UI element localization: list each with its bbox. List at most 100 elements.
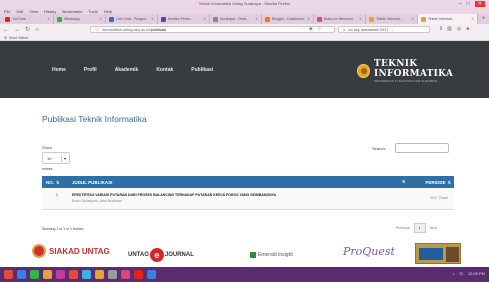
toolbar-icons: ⫴ ▥ ◎ ● <box>440 26 469 32</box>
bookmark-star-icon[interactable]: ☆ <box>317 26 321 32</box>
browser-tab[interactable]: YouTube ✕ <box>2 14 54 24</box>
browser-tab[interactable]: Surabaya - Desti... ✕ <box>210 14 262 24</box>
maximize-icon[interactable]: □ <box>467 1 470 7</box>
volume-icon[interactable]: ♪ <box>452 271 454 276</box>
siakad-seal-icon <box>32 244 46 258</box>
pager-next[interactable]: Next <box>430 226 437 230</box>
menu-edit[interactable]: Edit <box>16 9 23 14</box>
browser-tab[interactable]: Buka-ins Minuman ✕ <box>314 14 366 24</box>
sync-icon[interactable]: ◎ <box>457 26 461 32</box>
search-text: cd sby mamamia 2017 → <box>348 27 394 32</box>
site-menu-publikasi[interactable]: Publikasi <box>191 67 213 73</box>
taskbar-app-icon[interactable] <box>17 270 26 279</box>
browser-tab[interactable]: Monitor Perfor... ✕ <box>158 14 210 24</box>
site-menu-kontak[interactable]: Kontak <box>156 67 173 73</box>
site-menu: Home Profil Akademik Kontak Publikasi <box>52 67 213 73</box>
entries-select[interactable]: 10 ▾ <box>42 152 70 164</box>
column-judul[interactable]: JUDUL PUBLIKASI <box>68 180 410 185</box>
tab-close-icon[interactable]: ✕ <box>305 17 310 21</box>
ebsco-logo[interactable] <box>415 243 461 264</box>
site-menu-profil[interactable]: Profil <box>84 67 97 73</box>
browser-tab[interactable]: WhatsApp ✕ <box>54 14 106 24</box>
tab-close-icon[interactable]: ✕ <box>201 17 206 21</box>
taskbar-app-icon[interactable] <box>56 270 65 279</box>
menu-bookmarks[interactable]: Bookmarks <box>62 9 82 14</box>
column-periode[interactable]: PERIODE ⇅ <box>410 180 454 185</box>
tab-close-icon[interactable]: ✕ <box>357 17 362 21</box>
pager-page-1[interactable]: 1 <box>413 223 426 233</box>
site-header: Home Profil Akademik Kontak Publikasi TE… <box>0 41 489 98</box>
tab-label: Buka-ins Minuman <box>324 17 353 21</box>
row-judul[interactable]: EFEKTIFITAS VARIASI PUTARAN DARI PROSES … <box>72 193 402 197</box>
library-icon[interactable]: ⫴ <box>440 26 442 32</box>
tab-close-icon[interactable]: ✕ <box>409 17 414 21</box>
sort-icon: ⇅ <box>447 179 451 185</box>
proquest-logo[interactable]: ProQuest <box>343 245 395 258</box>
taskbar-app-icon[interactable] <box>121 270 130 279</box>
menu-history[interactable]: History <box>44 9 56 14</box>
bookmark-most-visited[interactable]: Most Visited <box>9 36 28 40</box>
show-label: Show <box>42 145 53 150</box>
close-icon[interactable]: ✕ <box>474 1 485 7</box>
column-no[interactable]: NO. ⇅ <box>42 180 68 185</box>
pocket-icon[interactable]: ◈ <box>309 26 313 32</box>
url-bar[interactable]: ⓘ informatika.untag-sby.ac.id/publikasi <box>90 26 335 33</box>
logo-title: TEKNIK INFORMATIKA <box>373 59 454 79</box>
untag-journal-logo[interactable]: UNTAG e JOURNAL <box>128 248 194 262</box>
taskbar-app-icon[interactable] <box>4 270 13 279</box>
browser-tab[interactable]: Teknik Informat... ✕ <box>418 14 478 24</box>
taskbar-app-icon[interactable] <box>134 270 143 279</box>
tab-favicon-icon <box>57 16 62 22</box>
table-search-input[interactable] <box>395 143 449 153</box>
info-icon: ⓘ <box>95 26 99 32</box>
minimize-icon[interactable]: – <box>459 1 462 7</box>
tab-label: Monitor Perfor... <box>168 17 193 21</box>
menu-file[interactable]: File <box>4 9 10 14</box>
search-icon: ⌕ <box>343 27 346 32</box>
page-actions-icon[interactable]: ⋯ <box>300 26 305 32</box>
taskbar-app-icon[interactable] <box>69 270 78 279</box>
browser-tab[interactable]: Live Chat - Pangon ✕ <box>106 14 158 24</box>
tab-close-icon[interactable]: ✕ <box>45 17 50 21</box>
search-bar[interactable]: ⌕ cd sby mamamia 2017 → <box>338 26 430 33</box>
siakad-logo[interactable]: SIAKAD UNTAG <box>32 244 110 258</box>
reload-icon[interactable]: ↻ <box>25 26 30 33</box>
taskbar-app-icon[interactable] <box>147 270 156 279</box>
chevron-down-icon: ▾ <box>61 155 68 162</box>
tab-close-icon[interactable]: ✕ <box>149 17 154 21</box>
menu-tools[interactable]: Tools <box>88 9 97 14</box>
browser-tab[interactable]: Teknik Informat... ✕ <box>366 14 418 24</box>
taskbar-app-icon[interactable] <box>43 270 52 279</box>
window-controls: – □ ✕ <box>459 1 485 7</box>
clock[interactable]: 12:05 PM <box>468 271 485 276</box>
site-logo[interactable]: TEKNIK INFORMATIKA UNIVERSITAS 17 AGUSTU… <box>357 59 489 83</box>
taskbar-app-icon[interactable] <box>95 270 104 279</box>
site-menu-home[interactable]: Home <box>52 67 66 73</box>
taskbar-app-icon[interactable] <box>30 270 39 279</box>
pager-previous[interactable]: Previous <box>396 226 410 230</box>
logo-subtitle: UNIVERSITAS 17 AGUSTUS 1945 SURABAYA <box>373 79 438 83</box>
table-row: 1 EFEKTIFITAS VARIASI PUTARAN DARI PROSE… <box>42 188 454 210</box>
tab-close-icon[interactable]: ✕ <box>253 17 258 21</box>
menu-view[interactable]: View <box>29 9 38 14</box>
sidebar-icon[interactable]: ▥ <box>447 26 452 32</box>
addon-icon[interactable]: ● <box>466 26 469 32</box>
network-icon[interactable]: ⌬ <box>459 271 463 276</box>
tab-close-icon[interactable]: ✕ <box>469 17 474 21</box>
taskbar-app-icon[interactable] <box>108 270 117 279</box>
new-tab-icon[interactable]: + <box>478 14 486 24</box>
browser-tab[interactable]: Blogger - Dashboard ✕ <box>262 14 314 24</box>
tab-label: Teknik Informat... <box>376 17 403 21</box>
tab-label: WhatsApp <box>64 17 81 21</box>
tab-close-icon[interactable]: ✕ <box>97 17 102 21</box>
home-icon[interactable]: ⌂ <box>35 27 39 33</box>
emerald-logo[interactable]: Emerald Insight <box>250 252 293 258</box>
forward-icon[interactable]: → <box>14 27 20 33</box>
taskbar-app-icon[interactable] <box>82 270 91 279</box>
row-periode: 2017 Gasal <box>430 196 448 200</box>
entries-label: entries <box>42 167 53 171</box>
site-menu-akademik[interactable]: Akademik <box>115 67 139 73</box>
back-icon[interactable]: ← <box>3 27 9 33</box>
tab-label: Surabaya - Desti... <box>220 17 249 21</box>
menu-help[interactable]: Help <box>104 9 112 14</box>
